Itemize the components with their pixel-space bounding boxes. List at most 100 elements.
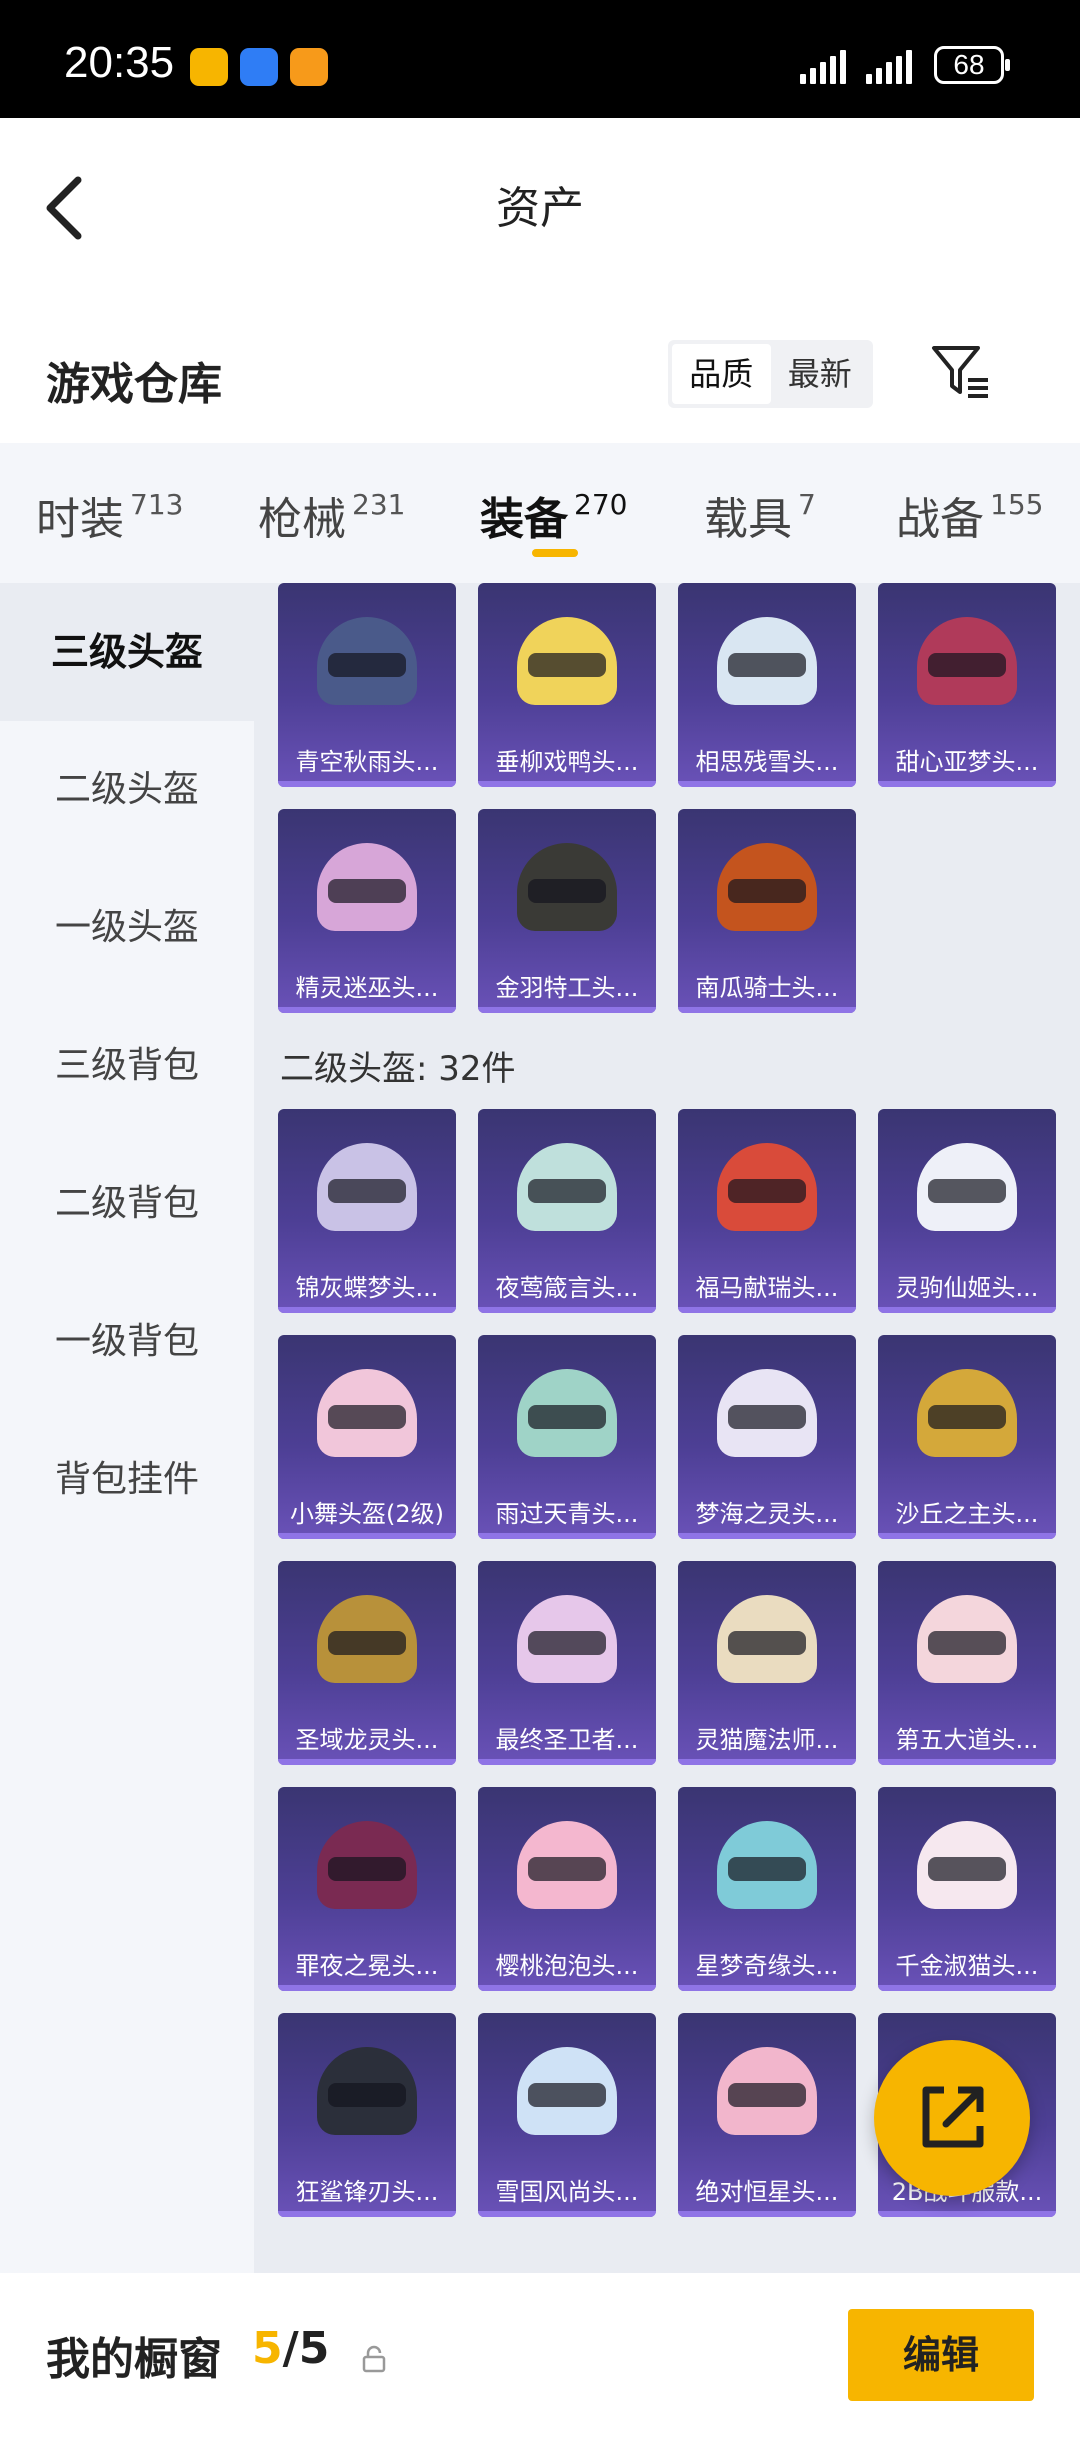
item-name: 灵猫魔法师... [695,1726,839,1754]
rarity-bar [278,781,456,787]
item-name: 圣域龙灵头... [295,1726,439,1754]
helmet-visor [528,1857,606,1881]
helmet-visor [328,653,406,677]
item-name: 第五大道头... [895,1726,1039,1754]
status-time: 20:35 [64,38,175,87]
tab-fashion[interactable]: 时装 713 [36,483,183,547]
item-card[interactable]: 千金淑猫头... [878,1787,1056,1991]
item-card[interactable]: 圣域龙灵头... [278,1561,456,1765]
sidebar-item-level1-backpack[interactable]: 一级背包 [0,1273,254,1411]
share-fab-button[interactable] [874,2040,1030,2196]
helmet-visor [928,1179,1006,1203]
item-card[interactable]: 甜心亚梦头... [878,583,1056,787]
rarity-bar [478,1007,656,1013]
active-tab-indicator [532,549,578,557]
item-name: 福马献瑞头... [695,1274,839,1302]
helmet-visor [728,653,806,677]
helmet-visor [328,879,406,903]
warehouse-header: 游戏仓库 品质 最新 [0,318,1080,443]
item-card[interactable]: 狂鲨锋刃头... [278,2013,456,2217]
sidebar-item-level3-helmet[interactable]: 三级头盔 [0,583,254,721]
item-name: 南瓜骑士头... [695,974,839,1002]
item-name: 小舞头盔(2级) [290,1500,444,1528]
item-card[interactable]: 青空秋雨头... [278,583,456,787]
item-card[interactable]: 南瓜骑士头... [678,809,856,1013]
sidebar-item-level2-backpack[interactable]: 二级背包 [0,1135,254,1273]
showcase-label: 我的橱窗 [46,2334,222,2385]
sidebar-item-level2-helmet[interactable]: 二级头盔 [0,721,254,859]
item-name: 精灵迷巫头... [295,974,439,1002]
item-card[interactable]: 绝对恒星头... [678,2013,856,2217]
item-card[interactable]: 灵猫魔法师... [678,1561,856,1765]
helmet-visor [728,1405,806,1429]
rarity-bar [278,1307,456,1313]
item-card[interactable]: 小舞头盔(2级) [278,1335,456,1539]
item-card[interactable]: 沙丘之主头... [878,1335,1056,1539]
filter-icon[interactable] [928,340,992,404]
rarity-bar [678,1759,856,1765]
rarity-bar [678,1533,856,1539]
helmet-visor [328,1631,406,1655]
sort-quality-button[interactable]: 品质 [672,344,771,404]
item-card[interactable]: 相思残雪头... [678,583,856,787]
item-name: 沙丘之主头... [895,1500,1039,1528]
sort-latest-button[interactable]: 最新 [771,344,870,404]
item-card[interactable]: 垂柳戏鸭头... [478,583,656,787]
edit-button[interactable]: 编辑 [848,2309,1034,2401]
rarity-bar [878,2211,1056,2217]
sort-toggle: 品质 最新 [668,340,873,408]
share-icon [922,2086,984,2148]
item-grid: 青空秋雨头... 垂柳戏鸭头... 相思残雪头... 甜心亚梦头... 精灵迷巫头...… [254,583,1080,2273]
item-card[interactable]: 樱桃泡泡头... [478,1787,656,1991]
helmet-visor [528,653,606,677]
item-card[interactable]: 灵驹仙姬头... [878,1109,1056,1313]
item-name: 狂鲨锋刃头... [295,2178,439,2206]
item-name: 相思残雪头... [695,748,839,776]
item-name: 垂柳戏鸭头... [495,748,639,776]
item-card[interactable]: 精灵迷巫头... [278,809,456,1013]
item-name: 樱桃泡泡头... [495,1952,639,1980]
item-card[interactable]: 金羽特工头... [478,809,656,1013]
item-name: 青空秋雨头... [295,748,439,776]
rarity-bar [478,781,656,787]
item-card[interactable]: 夜莺箴言头... [478,1109,656,1313]
rarity-bar [278,1985,456,1991]
warehouse-title: 游戏仓库 [46,359,222,410]
item-name: 千金淑猫头... [895,1952,1039,1980]
rarity-bar [278,1007,456,1013]
sidebar-item-backpack-charm[interactable]: 背包挂件 [0,1411,254,1549]
helmet-visor [928,1857,1006,1881]
item-card[interactable]: 雪国风尚头... [478,2013,656,2217]
rarity-bar [478,1985,656,1991]
notification-app-icon [190,48,228,86]
tab-vehicles[interactable]: 载具 7 [704,483,816,547]
item-name: 星梦奇缘头... [695,1952,839,1980]
item-card[interactable]: 罪夜之冕头... [278,1787,456,1991]
sidebar-item-level1-helmet[interactable]: 一级头盔 [0,859,254,997]
item-card[interactable]: 第五大道头... [878,1561,1056,1765]
rarity-bar [478,2211,656,2217]
helmet-visor [728,879,806,903]
rarity-bar [878,1759,1056,1765]
page-title: 资产 [496,183,584,234]
rarity-bar [478,1307,656,1313]
item-name: 甜心亚梦头... [895,748,1039,776]
item-card[interactable]: 梦海之灵头... [678,1335,856,1539]
item-card[interactable]: 雨过天青头... [478,1335,656,1539]
rarity-bar [678,2211,856,2217]
rarity-bar [678,1307,856,1313]
item-card[interactable]: 星梦奇缘头... [678,1787,856,1991]
tab-supplies[interactable]: 战备 155 [896,483,1043,547]
item-name: 锦灰蝶梦头... [295,1274,439,1302]
rarity-bar [878,1307,1056,1313]
item-name: 绝对恒星头... [695,2178,839,2206]
rarity-bar [878,1985,1056,1991]
tab-firearms[interactable]: 枪械 231 [258,483,405,547]
item-card[interactable]: 最终圣卫者... [478,1561,656,1765]
showcase-count: 5/5 [252,2323,330,2374]
sidebar-item-level3-backpack[interactable]: 三级背包 [0,997,254,1135]
tab-equipment[interactable]: 装备 270 [480,483,627,547]
item-card[interactable]: 福马献瑞头... [678,1109,856,1313]
item-name: 罪夜之冕头... [295,1952,439,1980]
item-card[interactable]: 锦灰蝶梦头... [278,1109,456,1313]
